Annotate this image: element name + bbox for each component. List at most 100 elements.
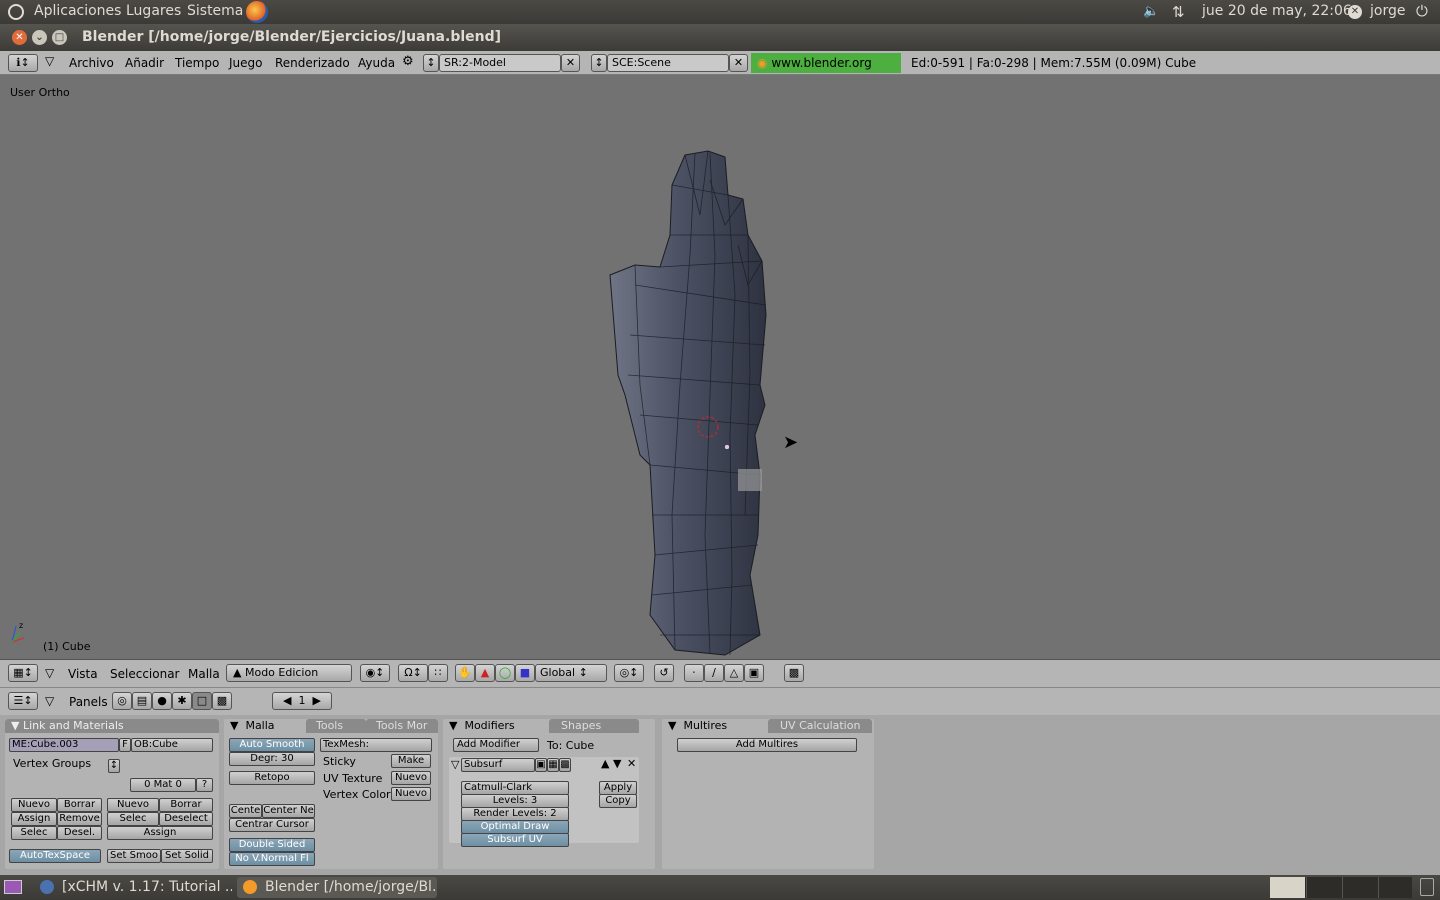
retopo-button[interactable]: Retopo [229,771,315,785]
pivot-button[interactable]: Ω↕ [398,664,428,682]
scene-field[interactable]: SCE:Scene [607,54,729,72]
task-blender[interactable]: Blender [/home/jorge/Bl... [237,877,437,898]
edge-select-button[interactable]: ∕ [704,664,724,682]
minimize-window-icon[interactable]: ⌄ [32,30,47,45]
modifier-name-field[interactable]: Subsurf [461,758,535,772]
window-titlebar[interactable]: ✕ ⌄ □ Blender [/home/jorge/Blender/Ejerc… [0,24,1440,51]
vertex-select-button[interactable]: ⋅ [684,664,704,682]
menu-file[interactable]: Archivo [69,56,114,70]
task-xchm[interactable]: [xCHM v. 1.17: Tutorial ... [34,877,232,898]
tab-tools[interactable]: Tools [306,719,366,733]
volume-icon[interactable]: 🔈 [1143,5,1159,19]
collapse-view-menus-icon[interactable]: ▽ [45,666,54,680]
layers-button[interactable]: ∷ [428,664,448,682]
window-type-button[interactable]: ℹ↕ [8,54,38,72]
vgroup-select-button[interactable]: Selec [11,826,57,840]
material-help-button[interactable]: ? [196,778,213,792]
screen-browse-button[interactable]: ↕ [423,54,439,72]
collapse-menus-icon[interactable]: ▽ [45,54,54,68]
center-button[interactable]: Cente [229,804,262,818]
workspace-switcher[interactable] [1270,877,1412,898]
tab-shapes[interactable]: Shapes [549,719,639,733]
material-delete-button[interactable]: Borrar [159,798,213,812]
grab-manipulator-button[interactable]: ✋ [455,664,475,682]
material-new-button[interactable]: Nuevo [107,798,159,812]
subsurf-uv-toggle[interactable]: Subsurf UV [461,833,569,847]
network-icon[interactable]: ⇅ [1172,3,1185,21]
scale-manipulator-button[interactable]: ■ [515,664,535,682]
vgroup-new-button[interactable]: Nuevo [11,798,57,812]
user-status-icon[interactable]: ✕ [1348,5,1362,19]
tab-multires[interactable]: ▼ Multires [662,719,768,733]
set-smooth-button[interactable]: Set Smoo [107,849,161,863]
occlude-button[interactable]: ▣ [744,664,764,682]
translate-manipulator-button[interactable]: ▲ [475,664,495,682]
remove-modifier-icon[interactable]: ✕ [627,757,636,770]
website-badge[interactable]: ◉ www.blender.org 249.2 [751,53,901,90]
show-desktop-icon[interactable] [4,880,22,894]
trash-icon[interactable] [1420,878,1434,896]
face-select-button[interactable]: △ [724,664,744,682]
view-type-button[interactable]: ▦↕ [8,664,38,682]
material-assign-button[interactable]: Assign [107,826,213,840]
degree-field[interactable]: Degr: 30 [229,752,315,766]
system-menu[interactable]: Sistema [187,3,243,19]
move-down-icon[interactable]: ▼ [613,757,621,770]
render-toggle-icon[interactable]: ▣ [535,758,547,772]
material-deselect-button[interactable]: Deselect [159,812,213,826]
close-window-icon[interactable]: ✕ [12,30,27,45]
delete-scene-button[interactable]: ✕ [729,54,748,72]
link-materials-tab[interactable]: ▼ Link and Materials [5,719,219,733]
texmesh-field[interactable]: TexMesh: [320,738,432,752]
tab-modifiers[interactable]: ▼ Modifiers [443,719,549,733]
sticky-make-button[interactable]: Make [391,754,431,768]
vgroup-remove-button[interactable]: Remove [57,812,102,826]
center-cursor-button[interactable]: Centrar Cursor [229,818,315,832]
maximize-window-icon[interactable]: □ [52,30,67,45]
menu-timeline[interactable]: Tiempo [175,56,219,70]
menu-help[interactable]: Ayuda [358,56,395,70]
levels-field[interactable]: Levels: 3 [461,794,569,808]
material-select-button[interactable]: Selec [107,812,159,826]
auto-smooth-toggle[interactable]: Auto Smooth [229,738,315,752]
places-menu[interactable]: Lugares [126,3,181,19]
object-field[interactable]: OB:Cube [131,738,213,752]
double-sided-toggle[interactable]: Double Sided [229,838,315,852]
vertex-color-new-button[interactable]: Nuevo [391,787,431,801]
editmode-toggle-icon[interactable]: ▩ [559,758,571,772]
autotexspace-toggle[interactable]: AutoTexSpace [9,849,101,863]
user-menu[interactable]: jorge [1370,3,1405,19]
firefox-launcher-icon[interactable] [246,1,268,23]
delete-screen-button[interactable]: ✕ [561,54,580,72]
menu-view[interactable]: Vista [68,667,98,681]
no-vnormal-flip-toggle[interactable]: No V.Normal Fl [229,852,315,866]
menu-mesh[interactable]: Malla [188,667,220,681]
buttons-window-type[interactable]: ☰↕ [8,692,38,710]
workspace-4[interactable] [1378,877,1412,898]
scene-browse-button[interactable]: ↕ [591,54,607,72]
applications-menu[interactable]: Aplicaciones [34,3,121,19]
optimal-draw-toggle[interactable]: Optimal Draw [461,820,569,834]
copy-modifier-button[interactable]: Copy [599,794,637,808]
set-solid-button[interactable]: Set Solid [161,849,213,863]
menu-select[interactable]: Seleccionar [110,667,179,681]
add-modifier-button[interactable]: Add Modifier [453,738,539,752]
mode-selector[interactable]: ▲ Modo Edicion [226,664,352,682]
power-icon[interactable]: ⏻ [1416,2,1428,20]
shading-context-icon[interactable]: ● [152,692,172,710]
script-context-icon[interactable]: ▤ [132,692,152,710]
tab-mesh[interactable]: ▼ Malla [224,719,306,733]
ubuntu-logo-icon[interactable] [8,4,24,20]
screen-field[interactable]: SR:2-Model [439,54,561,72]
vgroup-deselect-button[interactable]: Desel. [57,826,102,840]
vertex-groups-browse[interactable]: ↕ [108,759,120,773]
orientation-selector[interactable]: Global ↕ [535,664,607,682]
apply-modifier-button[interactable]: Apply [599,781,637,795]
workspace-1[interactable] [1270,877,1305,898]
menu-add[interactable]: Añadir [125,56,164,70]
rotate-manipulator-button[interactable]: ◯ [495,664,515,682]
clock[interactable]: jue 20 de may, 22:06 [1202,3,1352,19]
scene-context-icon[interactable]: ▩ [212,692,232,710]
move-up-icon[interactable]: ▲ [601,757,609,770]
render-levels-field[interactable]: Render Levels: 2 [461,807,569,821]
